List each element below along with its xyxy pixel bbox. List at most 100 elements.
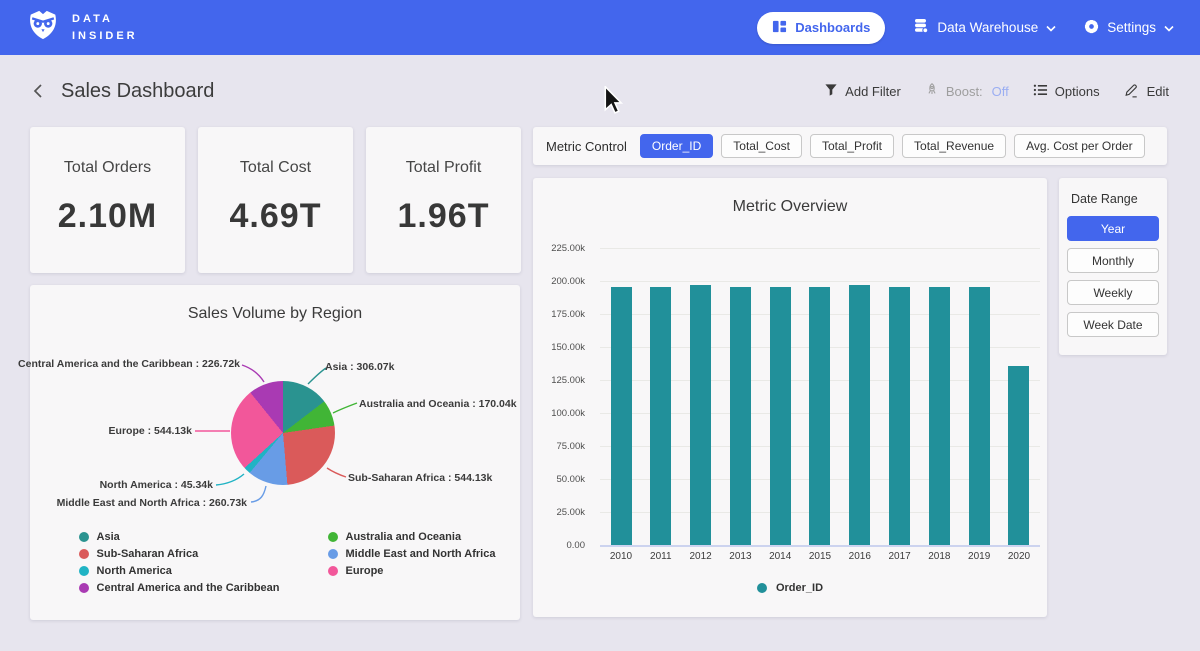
legend-dot xyxy=(79,566,89,576)
legend-dot xyxy=(79,583,89,593)
nav-data-warehouse[interactable]: Data Warehouse xyxy=(913,18,1056,37)
leader-line xyxy=(308,368,326,384)
metric-control-bar: Metric Control Order_ID Total_Cost Total_P… xyxy=(533,127,1167,165)
brand-line1: DATA xyxy=(72,11,138,28)
kpi-card-total-profit: Total Profit 1.96T xyxy=(366,127,521,273)
kpi-value: 1.96T xyxy=(398,197,490,236)
nav-data-warehouse-label: Data Warehouse xyxy=(937,20,1038,35)
rocket-icon xyxy=(925,82,939,100)
metric-button-order-id[interactable]: Order_ID xyxy=(640,134,713,158)
pie-chart[interactable] xyxy=(231,381,335,485)
nav-dashboards-button[interactable]: Dashboards xyxy=(757,12,885,44)
bar-column xyxy=(642,248,680,545)
edit-button[interactable]: Edit xyxy=(1124,82,1169,101)
bar-2019[interactable] xyxy=(969,287,990,545)
pie-legend-item[interactable]: Sub-Saharan Africa xyxy=(79,548,280,560)
bar-2017[interactable] xyxy=(889,287,910,545)
date-range-button-week-date[interactable]: Week Date xyxy=(1067,312,1159,337)
legend-label: Sub-Saharan Africa xyxy=(97,548,199,560)
bar-2011[interactable] xyxy=(650,287,671,545)
bar-chart-y-axis: 225.00k200.00k175.00k150.00k125.00k100.0… xyxy=(533,248,591,545)
bar-column xyxy=(761,248,799,545)
dashboards-icon xyxy=(772,19,787,37)
date-range-button-weekly[interactable]: Weekly xyxy=(1067,280,1159,305)
legend-label: Order_ID xyxy=(776,582,823,594)
x-tick-label: 2018 xyxy=(920,551,958,562)
pie-legend-item[interactable]: Middle East and North Africa xyxy=(328,548,496,560)
nav-settings[interactable]: Settings xyxy=(1084,19,1174,37)
pie-slice-label: Europe : 544.13k xyxy=(109,425,192,437)
bar-column xyxy=(920,248,958,545)
x-tick-label: 2013 xyxy=(721,551,759,562)
metric-button-total-revenue[interactable]: Total_Revenue xyxy=(902,134,1006,158)
chevron-down-icon xyxy=(1046,20,1056,35)
metric-overview-chart-card: Metric Overview 225.00k200.00k175.00k150… xyxy=(533,178,1047,617)
bar-column xyxy=(881,248,919,545)
bar-chart-x-axis: 2010201120122013201420152016201720182019… xyxy=(600,551,1040,562)
bar-column xyxy=(682,248,720,545)
legend-label: Australia and Oceania xyxy=(346,531,462,543)
metric-button-total-cost[interactable]: Total_Cost xyxy=(721,134,802,158)
bar-column xyxy=(721,248,759,545)
bar-2015[interactable] xyxy=(809,287,830,545)
metric-button-avg-cost-per-order[interactable]: Avg. Cost per Order xyxy=(1014,134,1145,158)
kpi-card-total-orders: Total Orders 2.10M xyxy=(30,127,185,273)
bar-2018[interactable] xyxy=(929,287,950,545)
date-range-panel: Date Range YearMonthlyWeeklyWeek Date xyxy=(1059,178,1167,355)
leader-line xyxy=(242,365,264,382)
bar-legend-item[interactable]: Order_ID xyxy=(757,582,823,594)
boost-label: Boost: xyxy=(946,84,983,99)
bar-chart-plot-area xyxy=(600,248,1040,545)
bar-2012[interactable] xyxy=(690,285,711,545)
bar-2020[interactable] xyxy=(1008,366,1029,545)
boost-toggle[interactable]: Boost: Off xyxy=(925,82,1009,100)
y-tick-label: 25.00k xyxy=(556,507,585,518)
legend-dot xyxy=(328,549,338,559)
bar-column xyxy=(841,248,879,545)
date-range-button-monthly[interactable]: Monthly xyxy=(1067,248,1159,273)
legend-dot xyxy=(757,583,767,593)
page-title: Sales Dashboard xyxy=(61,80,214,103)
brand[interactable]: DATA INSIDER xyxy=(26,8,138,47)
pie-slice-label: Asia : 306.07k xyxy=(325,361,394,373)
add-filter-label: Add Filter xyxy=(845,84,901,99)
kpi-label: Total Cost xyxy=(240,159,311,177)
add-filter-button[interactable]: Add Filter xyxy=(824,83,901,100)
pie-legend-item[interactable]: Asia xyxy=(79,531,280,543)
list-icon xyxy=(1033,83,1048,100)
options-button[interactable]: Options xyxy=(1033,83,1100,100)
leader-line xyxy=(333,403,357,413)
metric-control-label: Metric Control xyxy=(546,139,627,154)
legend-dot xyxy=(328,532,338,542)
legend-dot xyxy=(79,532,89,542)
legend-label: Europe xyxy=(346,565,384,577)
pencil-icon xyxy=(1124,82,1140,101)
pie-legend-item[interactable]: Europe xyxy=(328,565,496,577)
chevron-down-icon xyxy=(1164,20,1174,35)
y-tick-label: 225.00k xyxy=(551,243,585,254)
bar-2014[interactable] xyxy=(770,287,791,545)
dashboard-header: Sales Dashboard Add Filter Boost: Off xyxy=(0,55,1200,127)
filter-funnel-icon xyxy=(824,83,838,100)
sales-volume-by-region-card: Sales Volume by Region Asia : 306.07kAus… xyxy=(30,285,520,620)
leader-line xyxy=(251,486,266,502)
bar-column xyxy=(801,248,839,545)
pie-legend-item[interactable]: Central America and the Caribbean xyxy=(79,582,280,594)
legend-dot xyxy=(79,549,89,559)
kpi-value: 4.69T xyxy=(230,197,322,236)
bar-2010[interactable] xyxy=(611,287,632,545)
bar-2016[interactable] xyxy=(849,285,870,545)
y-tick-label: 150.00k xyxy=(551,342,585,353)
bar-chart-legend: Order_ID xyxy=(533,582,1047,594)
back-button[interactable] xyxy=(31,83,45,99)
y-tick-label: 200.00k xyxy=(551,276,585,287)
metric-button-total-profit[interactable]: Total_Profit xyxy=(810,134,894,158)
pie-legend-item[interactable]: Australia and Oceania xyxy=(328,531,496,543)
bar-2013[interactable] xyxy=(730,287,751,545)
pie-legend-item[interactable]: North America xyxy=(79,565,280,577)
brand-line2: INSIDER xyxy=(72,28,138,45)
date-range-button-year[interactable]: Year xyxy=(1067,216,1159,241)
pie-slice-label: Australia and Oceania : 170.04k xyxy=(359,398,517,410)
leader-line xyxy=(327,468,346,477)
legend-label: Asia xyxy=(97,531,120,543)
